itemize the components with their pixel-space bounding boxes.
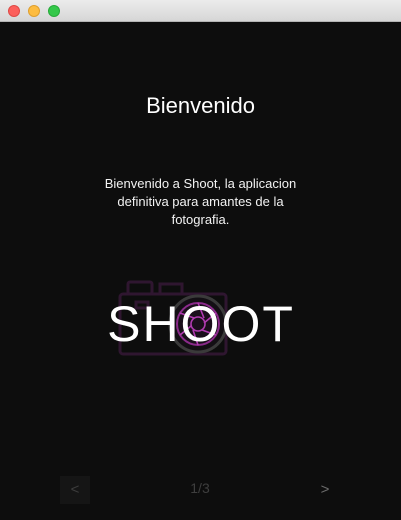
page-title: Bienvenido (146, 93, 255, 118)
app-window: Bienvenido Bienvenido a Shoot, la aplica… (0, 0, 401, 520)
maximize-window-button[interactable] (48, 5, 60, 17)
pager-footer: < 1/3 > (0, 474, 401, 506)
close-window-button[interactable] (8, 5, 20, 17)
next-page-button[interactable]: > (310, 476, 340, 504)
logo-wordmark: SHOOT (107, 296, 295, 352)
page-indicator: 1/3 (190, 480, 210, 496)
previous-page-button[interactable]: < (60, 476, 90, 504)
welcome-message: Bienvenido a Shoot, la aplicacion defini… (104, 176, 297, 227)
minimize-window-button[interactable] (28, 5, 40, 17)
title-bar[interactable] (0, 0, 401, 22)
